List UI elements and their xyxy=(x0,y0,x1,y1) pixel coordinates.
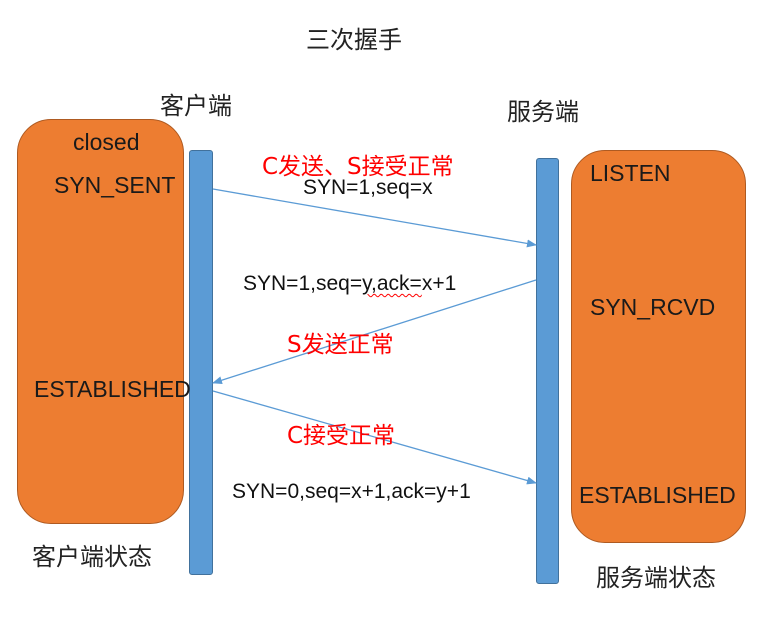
server-state-syn-rcvd: SYN_RCVD xyxy=(590,294,716,320)
server-states-caption: 服务端状态 xyxy=(596,564,716,592)
second-handshake-label-marked: y,ack= xyxy=(362,272,422,295)
server-state-listen: LISTEN xyxy=(590,160,671,186)
client-state-syn-sent: SYN_SENT xyxy=(54,172,176,198)
second-handshake-label-prefix: SYN=1,seq= xyxy=(243,272,363,295)
client-states-caption: 客户端状态 xyxy=(32,543,152,571)
third-handshake-note: C接受正常 xyxy=(287,423,396,449)
third-handshake-label: SYN=0,seq=x+1,ack=y+1 xyxy=(232,480,471,503)
server-state-established: ESTABLISHED xyxy=(579,482,736,508)
second-handshake-label: SYN=1,seq=y,ack=x+1 xyxy=(243,272,456,296)
client-state-established: ESTABLISHED xyxy=(34,376,191,402)
client-state-closed: closed xyxy=(73,129,140,155)
second-handshake-note: S发送正常 xyxy=(287,332,394,358)
second-handshake-label-suffix: x+1 xyxy=(421,272,457,295)
first-handshake-label: SYN=1,seq=x xyxy=(303,176,433,199)
